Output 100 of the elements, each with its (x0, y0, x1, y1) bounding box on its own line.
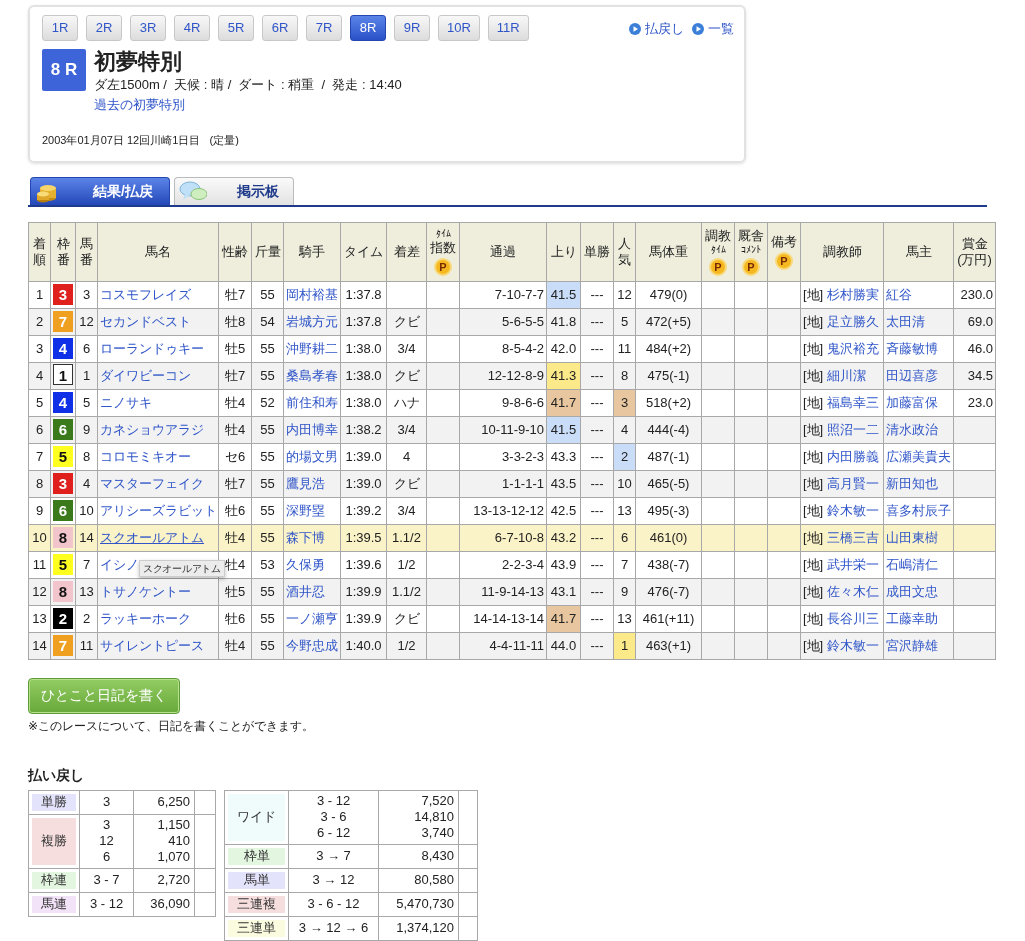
column-header: 通過 (489, 243, 517, 260)
last-furlong-time: 43.3 (546, 443, 581, 470)
margin-text: クビ (393, 367, 420, 383)
trainer-link[interactable]: 鬼沢裕充 (826, 340, 879, 356)
speech-bubbles-icon (179, 179, 207, 203)
trainer-link[interactable]: 高月賢一 (826, 475, 879, 491)
trainer-link[interactable]: 照沼一二 (826, 421, 879, 437)
column-header: タイム (343, 243, 384, 260)
points-icon: P (709, 257, 727, 276)
finish-position: 8 (28, 470, 51, 497)
column-header: 馬体重 (648, 243, 689, 260)
trainer-link[interactable]: 内田勝義 (826, 448, 879, 464)
column-header: 賞金 (960, 235, 989, 252)
trainer-link[interactable]: 武井栄一 (826, 556, 879, 572)
column-header: (万円) (956, 251, 993, 268)
region-label: [地] (803, 448, 824, 464)
race-tab[interactable]: 5R (218, 15, 254, 41)
passing-order: 10-11-9-10 (459, 416, 547, 443)
region-label: [地] (803, 340, 824, 356)
passing-order: 6-7-10-8 (459, 524, 547, 551)
finish-position: 6 (28, 416, 51, 443)
combination: 3 (101, 794, 112, 810)
combination: 3 - 7 (92, 872, 121, 888)
horse-weight: 463(+1) (635, 632, 702, 659)
column-header: 順 (32, 251, 47, 268)
frame-number: 6 (53, 418, 73, 440)
margin-text: 1/2 (397, 637, 416, 653)
popularity: 7 (613, 551, 636, 578)
prize-money: 46.0 (967, 340, 993, 356)
race-tab[interactable]: 6R (262, 15, 298, 41)
finish-position: 2 (28, 308, 51, 335)
popularity: 13 (613, 497, 636, 524)
win-odds: --- (580, 335, 614, 362)
passing-order: 1-1-1-1 (459, 470, 547, 497)
tab[interactable]: 掲示板 (174, 176, 294, 205)
horse-weight: 475(-1) (635, 362, 702, 389)
finish-position: 12 (28, 578, 51, 605)
race-tab[interactable]: 11R (487, 15, 529, 41)
horse-weight: 438(-7) (635, 551, 702, 578)
horse-weight: 461(+11) (635, 605, 702, 632)
last-furlong-time: 42.0 (546, 335, 581, 362)
trainer-link[interactable]: 鈴木敏一 (826, 637, 879, 653)
horse-weight: 476(-7) (635, 578, 702, 605)
trainer-link[interactable]: 佐々木仁 (826, 583, 879, 599)
prize-money: 34.5 (967, 367, 993, 383)
race-tab[interactable]: 7R (306, 15, 342, 41)
race-tab[interactable]: 10R (438, 15, 480, 41)
horse-number: 6 (75, 335, 98, 362)
region-label: [地] (803, 367, 824, 383)
race-tab[interactable]: 9R (394, 15, 430, 41)
nav-link[interactable]: 一覧 (708, 19, 734, 39)
frame-number: 4 (53, 337, 73, 359)
finish-position: 11 (28, 551, 51, 578)
race-tab[interactable]: 2R (86, 15, 122, 41)
passing-order: 11-9-14-13 (459, 578, 547, 605)
play-icon (692, 22, 704, 35)
finish-time: 1:39.2 (340, 497, 387, 524)
combination: 6 (101, 849, 112, 865)
carried-weight: 55 (251, 497, 284, 524)
nav-link[interactable]: 払戻し (645, 19, 684, 39)
popularity: 11 (613, 335, 636, 362)
column-header: 馬 (79, 235, 94, 252)
race-date: 2003年01月07日 12回川崎1日目 (定量) (42, 133, 240, 148)
sex-age: 牡6 (218, 497, 252, 524)
race-tab[interactable]: 1R (42, 15, 78, 41)
diary-note: ※このレースについて、日記を書くことができます。 (28, 717, 316, 735)
combination: 6 - 12 (315, 825, 352, 841)
trainer-link[interactable]: 足立勝久 (826, 313, 879, 329)
trainer-link[interactable]: 三橋三吉 (826, 529, 879, 545)
tab[interactable]: 結果/払戻 (30, 176, 170, 205)
trainer-link[interactable]: 鈴木敏一 (826, 502, 879, 518)
race-tab[interactable]: 4R (174, 15, 210, 41)
column-header: 枠 (55, 235, 71, 252)
trainer-link[interactable]: 長谷川三 (826, 610, 879, 626)
past-races-link[interactable]: 過去の初夢特別 (94, 94, 185, 114)
region-label: [地] (803, 529, 824, 545)
column-header: 調教 (704, 227, 732, 244)
win-odds: --- (580, 551, 614, 578)
margin-text: 1/2 (397, 556, 416, 572)
frame-number: 7 (53, 310, 73, 332)
bet-type-label: 三連複 (224, 892, 289, 916)
horse-name-link[interactable]: イシノ (100, 556, 139, 572)
frame-number: 2 (53, 607, 73, 629)
frame-number: 5 (53, 553, 73, 575)
region-label: [地] (803, 637, 824, 653)
payout-heading: 払い戻し (28, 765, 85, 785)
combination: 3 → 7 (315, 848, 352, 864)
race-tab[interactable]: 8R (350, 15, 386, 41)
win-odds: --- (580, 605, 614, 632)
trainer-link[interactable]: 細川潔 (826, 367, 866, 383)
race-tab[interactable]: 3R (130, 15, 166, 41)
carried-weight: 55 (251, 605, 284, 632)
column-header: 指数 (429, 239, 457, 256)
win-odds: --- (580, 497, 614, 524)
combination: 12 (98, 833, 115, 849)
payout-amount: 80,580 (413, 872, 454, 888)
trainer-link[interactable]: 福島幸三 (826, 394, 879, 410)
popularity: 13 (613, 605, 636, 632)
column-header: 性齢 (221, 243, 249, 260)
trainer-link[interactable]: 杉村勝実 (826, 286, 879, 302)
